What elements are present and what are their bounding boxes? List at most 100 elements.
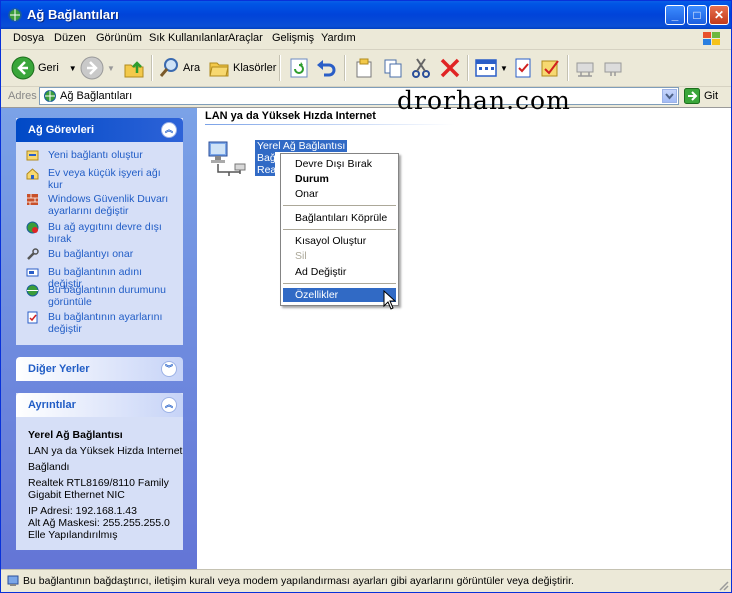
address-dropdown-button[interactable] xyxy=(662,89,677,103)
menu-edit[interactable]: Düzen xyxy=(54,32,86,44)
connection-device-label: Realt xyxy=(255,164,275,176)
ctx-shortcut[interactable]: Kısayol Oluştur xyxy=(295,235,366,247)
cut-button[interactable] xyxy=(410,54,432,82)
windows-logo-icon xyxy=(703,32,720,45)
file-view: drorhan.com LAN ya da Yüksek Hızda Inter… xyxy=(197,86,731,569)
back-dropdown-icon[interactable]: ▼ xyxy=(69,64,77,73)
menu-help[interactable]: Yardım xyxy=(321,32,356,44)
close-button[interactable]: ✕ xyxy=(709,5,729,25)
ctx-rename[interactable]: Ad Değiştir xyxy=(295,266,346,278)
scissors-icon xyxy=(412,58,430,78)
forward-button[interactable]: ▼ xyxy=(80,54,115,82)
maximize-button[interactable]: □ xyxy=(687,5,707,25)
undo-button[interactable] xyxy=(315,54,337,82)
task-label: Bu bağlantının ayarlarını değiştir xyxy=(48,311,163,335)
search-button[interactable]: Ara xyxy=(159,54,200,82)
repair-wrench-icon xyxy=(27,248,39,260)
undo-icon xyxy=(317,60,336,77)
ctx-delete: Sil xyxy=(295,250,307,262)
home-network-icon xyxy=(26,168,39,180)
details-title: Ayrıntılar xyxy=(28,399,76,411)
disconnect-drive-button[interactable] xyxy=(602,54,624,82)
other-places-header[interactable]: Diğer Yerler ︾ xyxy=(16,357,183,381)
detail-name: Yerel Ağ Bağlantısı xyxy=(28,429,123,441)
collapse-chevron-icon[interactable]: ︽ xyxy=(161,122,177,138)
menu-file[interactable]: Dosya xyxy=(13,32,44,44)
refresh-icon xyxy=(290,58,308,78)
views-icon xyxy=(475,59,497,77)
forward-arrow-icon xyxy=(80,56,104,80)
menu-bar: Dosya Düzen Görünüm Sık Kullanılanlar Ar… xyxy=(1,29,731,50)
menu-tools[interactable]: Araçlar xyxy=(228,32,263,44)
folders-icon xyxy=(209,62,229,77)
network-tasks-header[interactable]: Ağ Görevleri ︽ xyxy=(16,118,183,142)
address-bar: Adres Ağ Bağlantıları Git xyxy=(1,87,731,107)
detail-device-line2: Gigabit Ethernet NIC xyxy=(28,489,125,501)
menu-view[interactable]: Görünüm xyxy=(96,32,142,44)
folders-label: Klasörler xyxy=(233,62,277,74)
back-button[interactable]: Geri ▼ xyxy=(11,54,77,82)
refresh-button[interactable] xyxy=(288,54,310,82)
resize-grip-icon[interactable] xyxy=(717,579,729,591)
forward-dropdown-icon[interactable]: ▼ xyxy=(107,64,115,73)
task-label: Ev veya küçük işyeri ağı kur xyxy=(48,167,161,191)
mouse-cursor-icon xyxy=(383,290,397,310)
connection-name-label[interactable]: Yerel Ağ Bağlantısı xyxy=(255,140,348,152)
menu-favorites[interactable]: Sık Kullanılanlar xyxy=(149,32,229,44)
new-connection-icon xyxy=(26,150,39,161)
ctx-status[interactable]: Durum xyxy=(295,173,329,185)
map-network-drive-icon xyxy=(576,62,594,77)
chevron-down-icon xyxy=(665,93,674,100)
move-to-button[interactable] xyxy=(353,54,375,82)
ctx-bridge[interactable]: Bağlantıları Köprüle xyxy=(295,212,387,224)
delete-icon xyxy=(440,58,460,78)
toolbar-separator xyxy=(567,55,569,81)
firewall-icon xyxy=(27,194,38,205)
lan-connection-icon[interactable] xyxy=(207,140,253,178)
connection-status-label: Bağla xyxy=(255,152,275,164)
window-title: Ağ Bağlantıları xyxy=(27,7,119,22)
expand-chevron-icon[interactable]: ︾ xyxy=(161,361,177,377)
folders-button[interactable]: Klasörler xyxy=(208,54,276,82)
ctx-repair[interactable]: Onar xyxy=(295,188,318,200)
task-label: Bu bağlantının durumunu görüntüle xyxy=(48,284,166,308)
ctx-disable[interactable]: Devre Dışı Bırak xyxy=(295,158,372,170)
map-drive-button[interactable] xyxy=(574,54,596,82)
views-dropdown-icon[interactable]: ▼ xyxy=(500,64,508,73)
menu-advanced[interactable]: Gelişmiş xyxy=(272,32,314,44)
properties-check-icon xyxy=(515,58,531,78)
minimize-button[interactable]: _ xyxy=(665,5,685,25)
copy-to-button[interactable] xyxy=(382,54,404,82)
go-arrow-icon xyxy=(684,88,700,104)
back-arrow-icon xyxy=(11,56,35,80)
properties-button[interactable] xyxy=(512,54,534,82)
ctx-separator xyxy=(283,229,396,230)
details-header[interactable]: Ayrıntılar ︽ xyxy=(16,393,183,417)
views-button[interactable]: ▼ xyxy=(474,54,508,82)
change-settings-icon xyxy=(27,311,38,324)
toolbar: Geri ▼ ▼ Ara Klasörler ▼ xyxy=(1,50,731,87)
back-label: Geri xyxy=(38,62,59,74)
address-label: Adres xyxy=(8,90,37,102)
go-label: Git xyxy=(704,90,719,102)
network-tasks-panel: Ağ Görevleri ︽ Yeni bağlantı oluştur Ev … xyxy=(16,118,183,345)
disable-device-icon xyxy=(26,221,39,234)
collapse-chevron-icon[interactable]: ︽ xyxy=(161,397,177,413)
up-folder-icon xyxy=(124,61,144,78)
up-folder-button[interactable] xyxy=(122,54,146,82)
title-bar[interactable]: Ağ Bağlantıları _ □ ✕ xyxy=(1,1,731,29)
delete-button[interactable] xyxy=(439,54,461,82)
disconnect-network-drive-icon xyxy=(604,62,622,76)
rename-icon xyxy=(26,268,39,277)
ctx-properties[interactable]: Özellikler xyxy=(295,289,338,301)
address-value: Ağ Bağlantıları xyxy=(60,90,133,102)
search-label: Ara xyxy=(183,62,201,74)
address-input[interactable]: Ağ Bağlantıları xyxy=(39,87,679,105)
other-places-title: Diğer Yerler xyxy=(28,363,90,375)
go-button[interactable]: Git xyxy=(684,87,718,105)
context-menu: Devre Dışı Bırak Durum Onar Bağlantıları… xyxy=(280,153,399,306)
explorer-window: Ağ Bağlantıları _ □ ✕ Dosya Düzen Görünü… xyxy=(0,0,732,593)
task-label: Windows Güvenlik Duvarı ayarlarını değiş… xyxy=(48,193,169,217)
status-text: Bu bağlantının bağdaştırıcı, iletişim ku… xyxy=(23,575,574,587)
customize-button[interactable] xyxy=(539,54,561,82)
